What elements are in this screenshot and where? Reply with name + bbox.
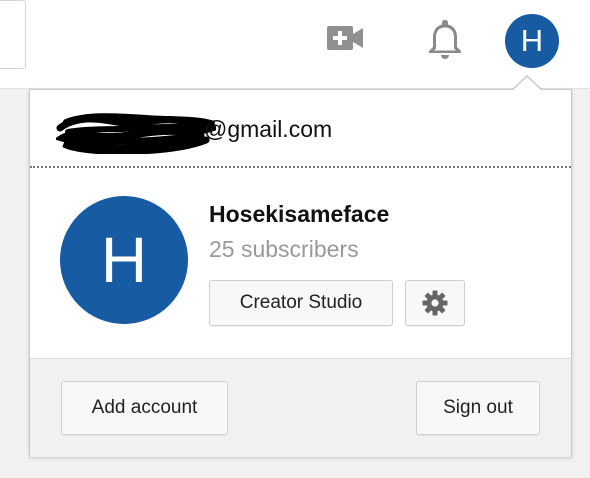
channel-avatar: H: [60, 196, 188, 324]
top-bar: H: [0, 0, 590, 89]
channel-name: Hosekisameface: [209, 201, 390, 227]
gear-icon: [422, 290, 448, 316]
account-dropdown: @gmail.com H Hosekisameface 25 subscribe…: [29, 89, 572, 457]
add-account-button[interactable]: Add account: [61, 381, 228, 435]
channel-profile: H Hosekisameface 25 subscribers Creator …: [30, 168, 571, 358]
notifications-bell-icon[interactable]: [424, 16, 466, 60]
upload-video-icon[interactable]: [326, 22, 364, 54]
avatar-letter: H: [520, 23, 544, 58]
dropdown-caret-fill: [512, 77, 542, 91]
redaction-scribble: [56, 113, 216, 154]
dropdown-footer: Add account Sign out: [30, 358, 571, 457]
search-box-edge[interactable]: [0, 0, 26, 69]
subscriber-count: 25 subscribers: [209, 236, 359, 262]
email-row: @gmail.com: [30, 90, 571, 168]
creator-studio-button[interactable]: Creator Studio: [209, 280, 393, 326]
account-avatar-button[interactable]: H: [505, 14, 559, 68]
account-email: @gmail.com: [204, 116, 333, 142]
settings-button[interactable]: [405, 280, 465, 326]
avatar-letter: H: [100, 224, 148, 296]
sign-out-button[interactable]: Sign out: [416, 381, 540, 435]
